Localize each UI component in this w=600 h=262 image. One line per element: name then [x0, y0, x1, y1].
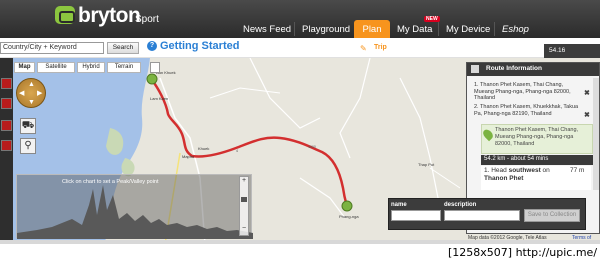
step-text-a: Head	[491, 167, 509, 174]
car-mode-icon[interactable]: ⛟	[20, 118, 36, 134]
location-search-input[interactable]: Country/City + Keyword	[0, 42, 104, 54]
pencil-icon[interactable]: ✎	[360, 44, 367, 53]
place-label: Mapho	[182, 154, 195, 159]
name-label: name	[391, 202, 407, 208]
place-label: Khuek	[198, 146, 209, 151]
map-type-satellite[interactable]: Satellite	[37, 62, 75, 73]
nav-my-device[interactable]: My Device	[446, 24, 490, 35]
tool-marker-icon[interactable]	[1, 98, 12, 109]
remove-waypoint-icon[interactable]: ✖	[584, 111, 590, 119]
app-window: bryton Sport News Feed Playground Plan M…	[0, 0, 600, 262]
pan-control[interactable]: ▲ ▼ ◀ ▶	[16, 78, 46, 108]
remove-waypoint-icon[interactable]: ✖	[584, 89, 590, 97]
zoom-out-icon[interactable]: −	[240, 225, 248, 232]
walk-mode-icon[interactable]: ⚲	[20, 138, 36, 154]
place-label: Thap Put	[418, 162, 435, 167]
bryton-logo-icon[interactable]	[55, 6, 75, 24]
route-name-input[interactable]	[391, 210, 441, 221]
tool-bike-icon[interactable]	[1, 120, 12, 131]
pan-right-icon[interactable]: ▶	[37, 90, 42, 97]
route-summary: 54.2 km - about 54 mins	[481, 155, 593, 165]
nav-plan[interactable]: Plan	[354, 20, 390, 38]
road	[399, 77, 441, 209]
trip-tab[interactable]: Trip	[374, 44, 387, 51]
getting-started-link[interactable]: Getting Started	[160, 40, 239, 52]
step-direction: southwest	[508, 167, 541, 174]
search-button[interactable]: Search	[107, 42, 139, 54]
step-number: 1.	[484, 167, 490, 174]
start-marker-icon[interactable]	[146, 73, 158, 85]
elevation-area	[17, 185, 253, 239]
tool-route-icon[interactable]	[1, 78, 12, 89]
description-label: description	[444, 202, 477, 208]
zoom-in-icon[interactable]: +	[240, 177, 248, 184]
place-label: Phang-nga	[339, 214, 359, 219]
map-type-map[interactable]: Map	[14, 62, 35, 73]
pan-left-icon[interactable]: ◀	[19, 90, 24, 97]
pan-down-icon[interactable]: ▼	[28, 99, 35, 106]
waypoint-2[interactable]: 2. Thanon Phet Kasem, Khuekkhak, Takua P…	[474, 104, 580, 117]
road-number-label: 4	[236, 149, 238, 153]
save-to-collection-button[interactable]: Save to Collection	[524, 209, 580, 222]
waypoint-address: Thanon Phet Kasem, Khuekkhak, Takua Pa, …	[474, 104, 579, 117]
road	[299, 177, 346, 219]
tool-walk-icon[interactable]	[1, 140, 12, 151]
brand-subtitle: Sport	[135, 14, 159, 25]
waypoint-address: Thanon Phet Kasem, Thai Chang, Mueang Ph…	[474, 82, 571, 101]
route-panel-title: Route Information	[486, 65, 542, 72]
nav-divider	[294, 22, 295, 36]
nav-playground[interactable]: Playground	[302, 24, 350, 35]
end-marker-icon[interactable]	[341, 200, 353, 212]
waypoint-number: 1.	[474, 82, 479, 88]
total-distance-readout: 54.16	[544, 44, 600, 58]
step-distance: 77 m	[570, 167, 585, 174]
route-panel-scrollbar[interactable]	[593, 78, 599, 190]
route-end-address: Thanon Phet Kasem, Thai Chang, Mueang Ph…	[495, 127, 579, 147]
road-number-label: 4090	[308, 145, 316, 149]
collapse-icon[interactable]	[471, 65, 479, 73]
nav-news-feed[interactable]: News Feed	[243, 24, 291, 35]
brand-name[interactable]: bryton	[78, 4, 141, 28]
map-type-terrain[interactable]: Terrain	[107, 62, 141, 73]
step-road: Thanon Phet	[484, 175, 524, 182]
waypoint-number: 2.	[474, 104, 479, 110]
zoom-slider[interactable]: + −	[239, 176, 249, 236]
nav-my-data[interactable]: My Data	[397, 24, 432, 35]
nav-eshop[interactable]: Eshop	[502, 24, 529, 35]
place-label: Lam Kaen	[150, 96, 168, 101]
watermark-text: [1258x507] http://upic.me/	[448, 246, 598, 259]
help-icon[interactable]: ?	[147, 41, 157, 51]
step-text-b: on	[540, 167, 550, 174]
road	[249, 58, 321, 129]
route-description-input[interactable]	[444, 210, 520, 221]
nav-divider	[438, 22, 439, 36]
zoom-slider-handle[interactable]	[241, 197, 247, 202]
road	[339, 58, 371, 159]
nav-divider	[494, 22, 495, 36]
map-type-menu-icon[interactable]	[150, 62, 160, 73]
waypoint-1[interactable]: 1. Thanon Phet Kasem, Thai Chang, Mueang…	[474, 82, 580, 102]
map-type-hybrid[interactable]: Hybrid	[77, 62, 105, 73]
elevation-caption: Click on chart to set a Peak/Valley poin…	[62, 179, 159, 185]
pan-up-icon[interactable]: ▲	[28, 81, 35, 88]
direction-step-1: 1. Head southwest on Thanon Phet	[484, 167, 564, 183]
